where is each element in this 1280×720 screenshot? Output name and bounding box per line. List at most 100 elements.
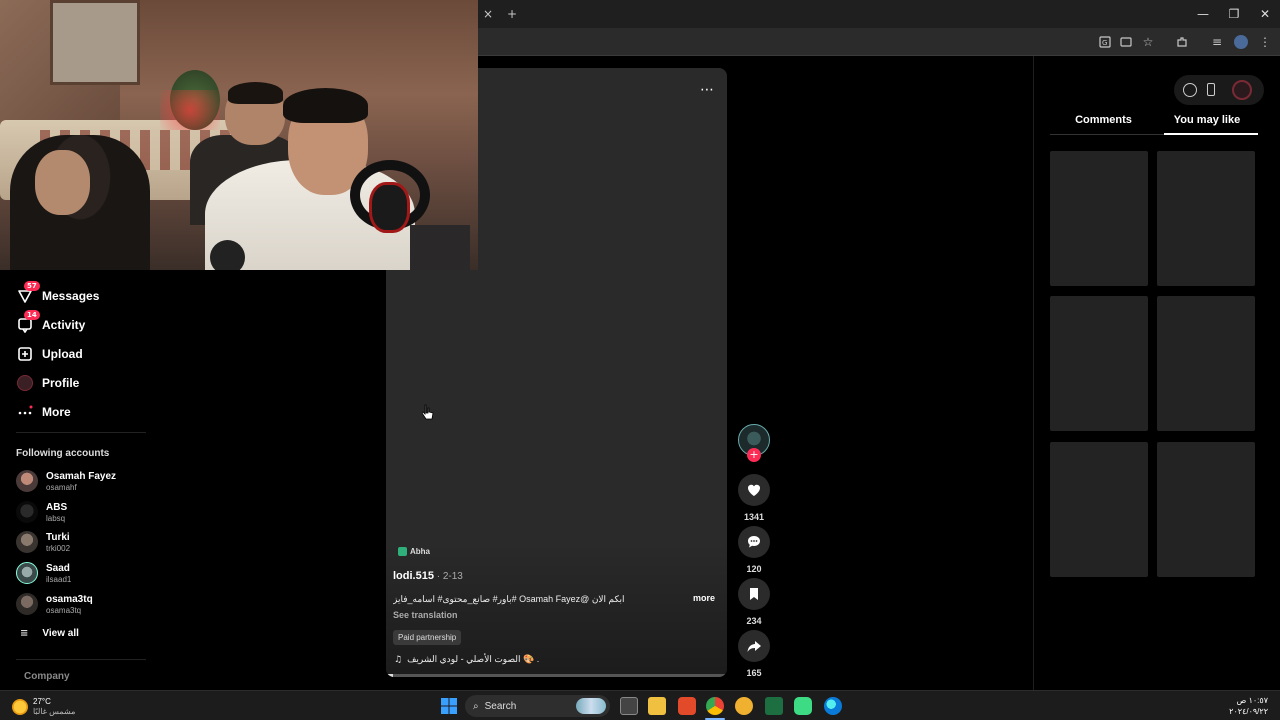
more-options-icon[interactable]: ⋯	[697, 82, 717, 98]
save-button[interactable]: 234	[738, 578, 770, 626]
minimize-window-button[interactable]: —	[1194, 5, 1212, 23]
author-line: lodi.515 · 2-13	[393, 570, 463, 582]
avatar	[16, 593, 38, 615]
sidebar-item-more[interactable]: More	[16, 401, 71, 423]
recommended-video-tile[interactable]	[1157, 151, 1255, 286]
account-name: Saad	[46, 562, 70, 574]
view-all-label: View all	[42, 628, 79, 639]
paid-partnership-label: Paid partnership	[393, 630, 462, 645]
avatar	[16, 531, 38, 553]
sidebar-item-label: Messages	[42, 289, 100, 303]
avatar	[16, 501, 38, 523]
sidebar-item-profile[interactable]: Profile	[16, 372, 79, 394]
following-accounts-title: Following accounts	[16, 448, 110, 459]
like-count: 1341	[743, 512, 765, 522]
view-all-link[interactable]: ≡ View all	[20, 628, 79, 639]
share-icon	[738, 630, 770, 662]
phone-icon[interactable]	[1207, 83, 1215, 96]
post-date: · 2-13	[433, 571, 463, 582]
video-progress-bar[interactable]	[386, 674, 727, 677]
top-right-controls	[1174, 75, 1264, 105]
following-account-item[interactable]: Saad ilsaad1	[16, 560, 71, 586]
close-window-button[interactable]: ✕	[1256, 5, 1274, 23]
edge-icon[interactable]	[824, 697, 842, 715]
sidebar-item-label: Activity	[42, 318, 86, 332]
close-tab-button[interactable]: ×	[479, 5, 497, 23]
following-account-item[interactable]: osama3tq osama3tq	[16, 591, 93, 617]
recommended-video-tile[interactable]	[1157, 296, 1255, 431]
account-handle: osamahf	[46, 482, 77, 492]
excel-icon[interactable]	[765, 697, 783, 715]
android-app-icon[interactable]	[794, 697, 812, 715]
account-handle: trki002	[46, 543, 71, 553]
new-tab-button[interactable]: +	[503, 5, 521, 23]
account-name: Turki	[46, 531, 70, 543]
discord-like-icon[interactable]	[735, 697, 753, 715]
brave-browser-icon[interactable]	[678, 697, 696, 715]
sidebar-item-label: Profile	[42, 376, 80, 390]
sidebar-item-activity[interactable]: 14 Activity	[16, 310, 86, 336]
divider	[16, 432, 146, 433]
task-view-icon[interactable]	[620, 697, 638, 715]
compass-icon[interactable]	[1183, 83, 1197, 97]
extensions-icon[interactable]	[1173, 33, 1191, 51]
tab-you-may-like[interactable]: You may like	[1157, 114, 1257, 126]
star-icon[interactable]: ☆	[1139, 33, 1157, 51]
tab-comments[interactable]: Comments	[1050, 114, 1157, 126]
company-link[interactable]: Company	[24, 671, 70, 682]
author-name[interactable]: lodi.515	[393, 570, 434, 582]
location-tag[interactable]: Abha	[398, 547, 430, 556]
account-handle: osama3tq	[46, 605, 82, 615]
following-account-item[interactable]: ABS labsq	[16, 499, 67, 525]
taskbar-search[interactable]: ⌕ Search	[465, 695, 610, 717]
weather-desc: مشمس غالبًا	[33, 707, 76, 716]
recommended-video-tile[interactable]	[1050, 442, 1148, 577]
heart-icon	[738, 474, 770, 506]
cast-icon[interactable]	[1117, 33, 1135, 51]
following-account-item[interactable]: Osamah Fayez osamahf	[16, 468, 116, 494]
restore-window-button[interactable]: ❐	[1225, 5, 1243, 23]
account-handle: ilsaad1	[46, 574, 72, 584]
bookmark-icon	[738, 578, 770, 610]
hand-cursor-icon	[422, 404, 434, 420]
sidebar-item-upload[interactable]: Upload	[16, 343, 83, 365]
caption-more-button[interactable]: more	[693, 593, 715, 603]
system-clock[interactable]: ١٠:٥٧ ص ٢٠٢٤/٠٩/٢٢	[1229, 695, 1268, 717]
location-label: Abha	[410, 547, 430, 556]
see-translation-link[interactable]: See translation	[393, 610, 458, 620]
more-icon	[16, 403, 34, 421]
upload-icon	[16, 345, 34, 363]
recommended-video-tile[interactable]	[1050, 151, 1148, 286]
chrome-icon[interactable]	[706, 697, 724, 715]
like-button[interactable]: 1341	[738, 474, 770, 522]
active-tab-indicator	[1164, 133, 1258, 135]
comment-button[interactable]: 120	[738, 526, 770, 574]
file-explorer-icon[interactable]	[648, 697, 666, 715]
sidebar-item-label: Upload	[42, 347, 83, 361]
activity-badge: 14	[24, 310, 40, 320]
menu-icon[interactable]: ⋮	[1256, 33, 1274, 51]
clock-date: ٢٠٢٤/٠٩/٢٢	[1229, 707, 1268, 716]
sound-name: الصوت الأصلي - لودي الشريف 🎨 .	[407, 654, 540, 664]
sound-link[interactable]: ♫ الصوت الأصلي - لودي الشريف 🎨 .	[394, 654, 539, 665]
account-handle: labsq	[46, 513, 66, 523]
profile-icon[interactable]	[1232, 33, 1250, 51]
translate-icon[interactable]: G	[1096, 33, 1114, 51]
user-avatar[interactable]	[1232, 80, 1252, 100]
recommended-video-tile[interactable]	[1050, 296, 1148, 431]
sidebar-item-messages[interactable]: 57 Messages	[16, 281, 100, 307]
profile-avatar	[16, 374, 34, 392]
share-button[interactable]: 165	[738, 630, 770, 678]
messages-icon: 57	[16, 281, 40, 305]
account-name: Osamah Fayez	[46, 470, 117, 482]
following-account-item[interactable]: Turki trki002	[16, 529, 70, 555]
media-icon[interactable]: ≡	[1208, 33, 1226, 51]
recommended-video-tile[interactable]	[1157, 442, 1255, 577]
follow-plus-icon[interactable]: +	[747, 448, 761, 462]
weather-widget[interactable]: 27°C مشمس غالبًا	[12, 697, 75, 717]
share-count: 165	[746, 668, 762, 678]
start-icon[interactable]	[440, 697, 458, 715]
avatar	[16, 470, 38, 492]
account-name: ABS	[46, 501, 68, 513]
creator-avatar-button[interactable]: +	[738, 424, 770, 462]
